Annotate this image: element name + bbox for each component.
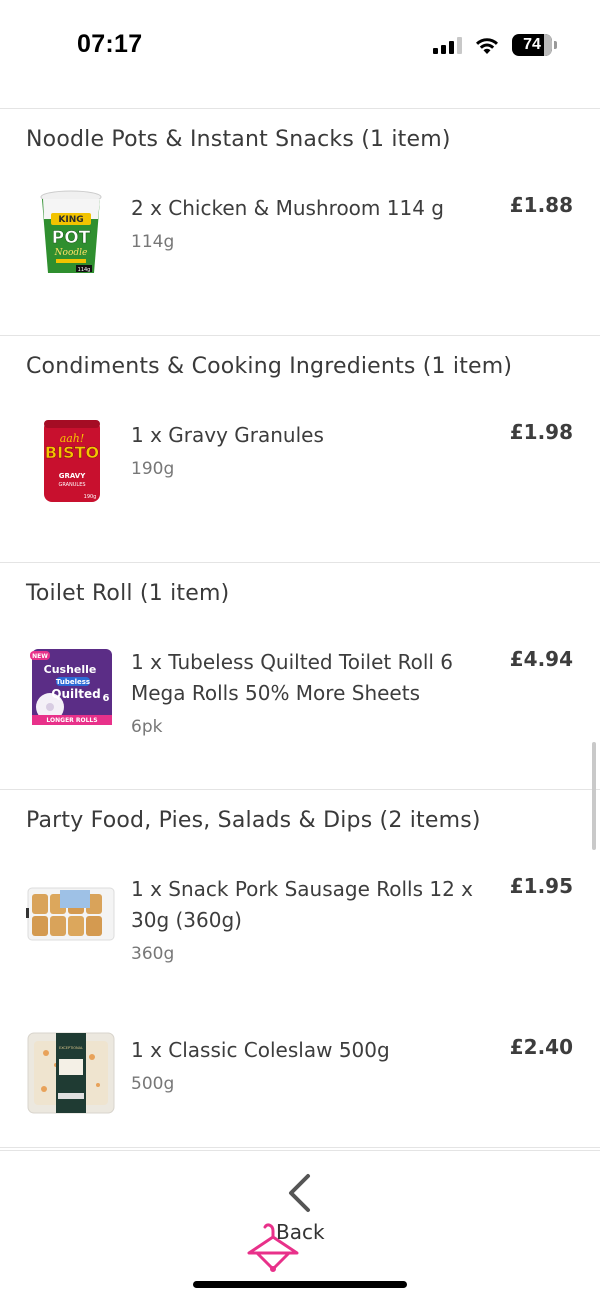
status-bar: 07:17 74 xyxy=(0,0,600,88)
list-item[interactable]: 1 x Snack Pork Sausage Rolls 12 x 30g (3… xyxy=(0,860,600,1010)
toilet-roll-product-icon: NEW Cushelle Tubeless Quilted 6 LONGER R… xyxy=(30,649,112,725)
item-size: 6pk xyxy=(131,717,163,737)
category-toilet-roll: Toilet Roll (1 item) NEW Cushelle Tubele… xyxy=(0,563,600,790)
item-name: 2 x Chicken & Mushroom 114 g xyxy=(131,196,444,220)
svg-text:6: 6 xyxy=(103,693,110,704)
item-price: £1.95 xyxy=(509,874,573,898)
sausage-rolls-product-icon xyxy=(26,887,115,941)
category-title: Party Food, Pies, Salads & Dips (2 items… xyxy=(26,808,481,833)
svg-text:GRANULES: GRANULES xyxy=(58,482,85,488)
cellular-signal-icon xyxy=(433,36,462,54)
battery-level: 74 xyxy=(523,36,541,53)
svg-text:POT: POT xyxy=(52,228,91,248)
home-indicator[interactable] xyxy=(193,1281,407,1288)
item-name: 1 x Snack Pork Sausage Rolls 12 x 30g (3… xyxy=(131,877,474,932)
status-icons: 74 xyxy=(433,33,557,57)
category-title: Condiments & Cooking Ingredients (1 item… xyxy=(26,354,513,379)
item-name: 1 x Gravy Granules xyxy=(131,423,324,447)
svg-text:NEW: NEW xyxy=(32,653,48,660)
category-title: Noodle Pots & Instant Snacks (1 item) xyxy=(26,127,451,152)
svg-text:GRAVY: GRAVY xyxy=(59,472,86,480)
svg-text:KING: KING xyxy=(58,215,83,225)
svg-text:Quilted: Quilted xyxy=(51,687,100,701)
battery-icon: 74 xyxy=(512,34,557,56)
order-items-list[interactable]: Noodle Pots & Instant Snacks (1 item) KI… xyxy=(0,88,600,1148)
svg-text:Tubeless: Tubeless xyxy=(56,678,90,686)
coleslaw-product-icon: EXCEPTIONAL xyxy=(27,1032,115,1114)
item-size: 114g xyxy=(131,232,175,252)
item-size: 360g xyxy=(131,944,175,964)
svg-text:Cushelle: Cushelle xyxy=(44,663,97,676)
category-noodle-pots: Noodle Pots & Instant Snacks (1 item) KI… xyxy=(0,109,600,336)
item-size: 190g xyxy=(131,459,175,479)
list-item[interactable]: aah! BISTO GRAVY GRANULES 190g 1 x Gravy… xyxy=(0,406,600,556)
item-size: 500g xyxy=(131,1074,175,1094)
chevron-left-icon[interactable] xyxy=(283,1173,317,1213)
list-item[interactable]: NEW Cushelle Tubeless Quilted 6 LONGER R… xyxy=(0,633,600,783)
scrollbar[interactable] xyxy=(592,742,596,850)
bottom-bar: Back xyxy=(0,1150,600,1301)
svg-text:EXCEPTIONAL: EXCEPTIONAL xyxy=(59,1046,83,1050)
pot-noodle-product-icon: KING POT Noodle 114g xyxy=(40,190,102,273)
item-price: £4.94 xyxy=(509,647,573,671)
item-price: £1.98 xyxy=(509,420,573,444)
bisto-gravy-product-icon: aah! BISTO GRAVY GRANULES 190g xyxy=(44,420,100,502)
svg-text:BISTO: BISTO xyxy=(45,443,99,462)
category-condiments: Condiments & Cooking Ingredients (1 item… xyxy=(0,336,600,563)
svg-text:LONGER ROLLS: LONGER ROLLS xyxy=(46,717,97,724)
item-price: £1.88 xyxy=(509,193,573,217)
category-party-food: Party Food, Pies, Salads & Dips (2 items… xyxy=(0,790,600,1148)
wifi-icon xyxy=(476,38,498,54)
item-price: £2.40 xyxy=(509,1035,573,1059)
svg-text:114g: 114g xyxy=(78,267,91,273)
status-time: 07:17 xyxy=(77,30,143,58)
category-title: Toilet Roll (1 item) xyxy=(26,581,230,606)
item-name: 1 x Tubeless Quilted Toilet Roll 6 Mega … xyxy=(131,650,454,705)
back-button[interactable]: Back xyxy=(276,1220,325,1244)
list-item[interactable]: KING POT Noodle 114g 2 x Chicken & Mushr… xyxy=(0,179,600,329)
item-name: 1 x Classic Coleslaw 500g xyxy=(131,1038,390,1062)
list-item[interactable]: EXCEPTIONAL 1 x Classic Coleslaw 500g 50… xyxy=(0,1021,600,1141)
svg-text:Noodle: Noodle xyxy=(54,248,88,258)
svg-text:190g: 190g xyxy=(84,494,97,500)
